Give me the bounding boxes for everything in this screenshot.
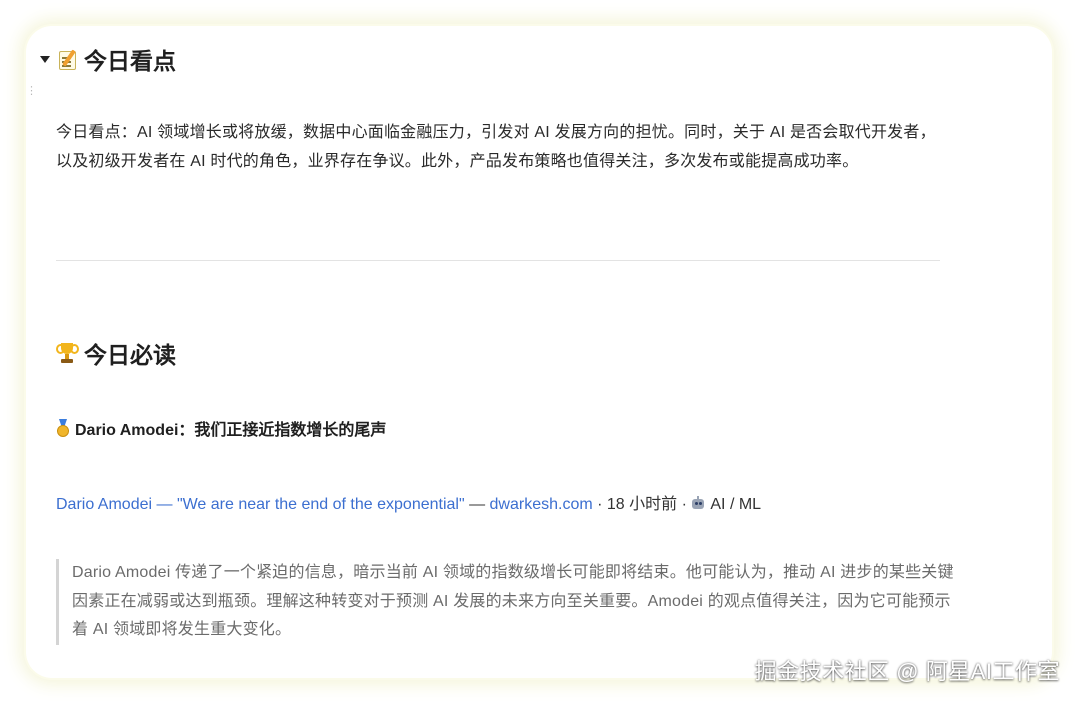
article-title-text: Dario Amodei：我们正接近指数增长的尾声 <box>75 422 387 439</box>
memo-icon <box>58 49 78 70</box>
page: ⋮ 今日看点 今日看点：AI 领域增长或将放缓，数据中心面临金融压力，引发对 A… <box>0 0 1080 705</box>
article-title: Dario Amodei：我们正接近指数增长的尾声 <box>56 416 386 440</box>
meta-dash: — <box>464 496 490 513</box>
article-summary-quote: Dario Amodei 传递了一个紧迫的信息，暗示当前 AI 领域的指数级增长… <box>56 559 962 645</box>
article-link[interactable]: Dario Amodei — "We are near the end of t… <box>56 496 465 513</box>
section-heading-label: 今日必读 <box>84 342 176 368</box>
meta-category: AI / ML <box>710 496 762 513</box>
content-card: ⋮ 今日看点 今日看点：AI 领域增长或将放缓，数据中心面临金融压力，引发对 A… <box>26 26 1052 678</box>
trophy-icon <box>56 341 79 365</box>
meta-time: · 18 小时前 · <box>592 496 692 513</box>
source-link[interactable]: dwarkesh.com <box>490 496 593 513</box>
section-heading-today-highlights: 今日看点 <box>40 42 176 76</box>
section-heading-must-read: 今日必读 <box>56 336 176 370</box>
highlights-paragraph: 今日看点：AI 领域增长或将放缓，数据中心面临金融压力，引发对 AI 发展方向的… <box>56 124 936 170</box>
divider <box>56 260 940 261</box>
drag-handle-icon[interactable]: ⋮ <box>26 86 37 108</box>
article-meta: Dario Amodei — "We are near the end of t… <box>56 490 761 514</box>
watermark: 掘金技术社区 @ 阿星AI工作室 <box>754 659 1060 684</box>
section-heading-label: 今日看点 <box>84 48 176 74</box>
toggle-caret-icon[interactable] <box>40 55 50 63</box>
medal-icon <box>56 419 70 437</box>
robot-icon <box>691 496 705 510</box>
